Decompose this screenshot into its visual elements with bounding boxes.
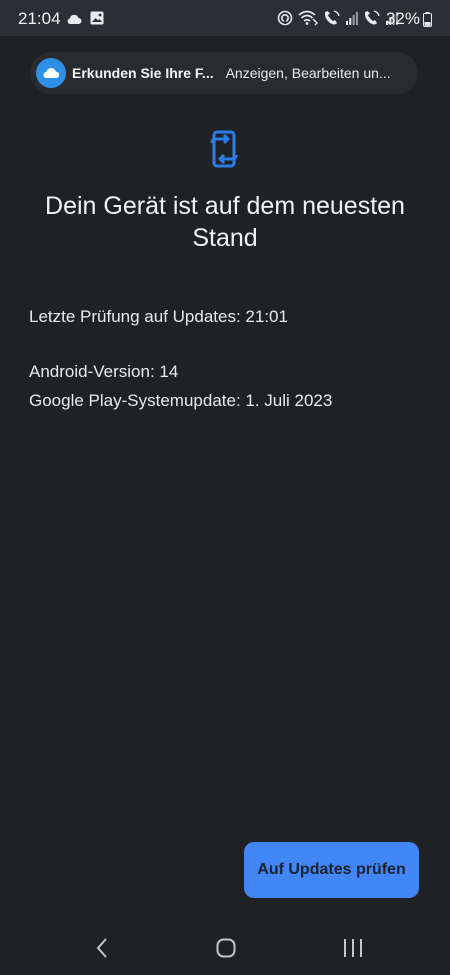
recents-icon[interactable] xyxy=(333,936,373,960)
home-icon[interactable] xyxy=(206,936,246,960)
volte-call-icon-2 xyxy=(363,10,381,31)
cloud-app-icon xyxy=(36,58,66,88)
status-time: 21:04 xyxy=(18,9,61,28)
battery-icon xyxy=(423,12,432,32)
signal-icon xyxy=(346,11,358,30)
navigation-bar xyxy=(0,920,450,975)
phone-update-icon xyxy=(207,130,243,175)
notification-title: Erkunden Sie Ihre F... xyxy=(72,65,214,81)
status-bar: 21:04 32% xyxy=(0,0,450,36)
volte-call-icon xyxy=(323,10,341,31)
status-left-icons xyxy=(66,11,104,30)
notification-banner[interactable]: Erkunden Sie Ihre F... Anzeigen, Bearbei… xyxy=(30,52,418,94)
check-updates-button[interactable]: Auf Updates prüfen xyxy=(244,842,419,898)
play-system-update-text: Google Play-Systemupdate: 1. Juli 2023 xyxy=(29,391,333,410)
page-title: Dein Gerät ist auf dem neuesten Stand xyxy=(45,192,405,252)
nfc-icon xyxy=(277,10,293,31)
screen: 21:04 32% Erkunden Sie Ihre F... Anzeige… xyxy=(0,0,450,975)
back-icon[interactable] xyxy=(82,936,122,960)
status-right-icons xyxy=(277,10,398,31)
battery-percent: 32% xyxy=(385,9,420,28)
android-version-text: Android-Version: 14 xyxy=(29,362,179,381)
notification-text: Anzeigen, Bearbeiten un... xyxy=(225,65,391,81)
cloud-icon xyxy=(66,12,82,30)
image-icon xyxy=(90,11,104,30)
wifi-calling-icon xyxy=(298,10,318,31)
last-check-text: Letzte Prüfung auf Updates: 21:01 xyxy=(29,307,288,326)
